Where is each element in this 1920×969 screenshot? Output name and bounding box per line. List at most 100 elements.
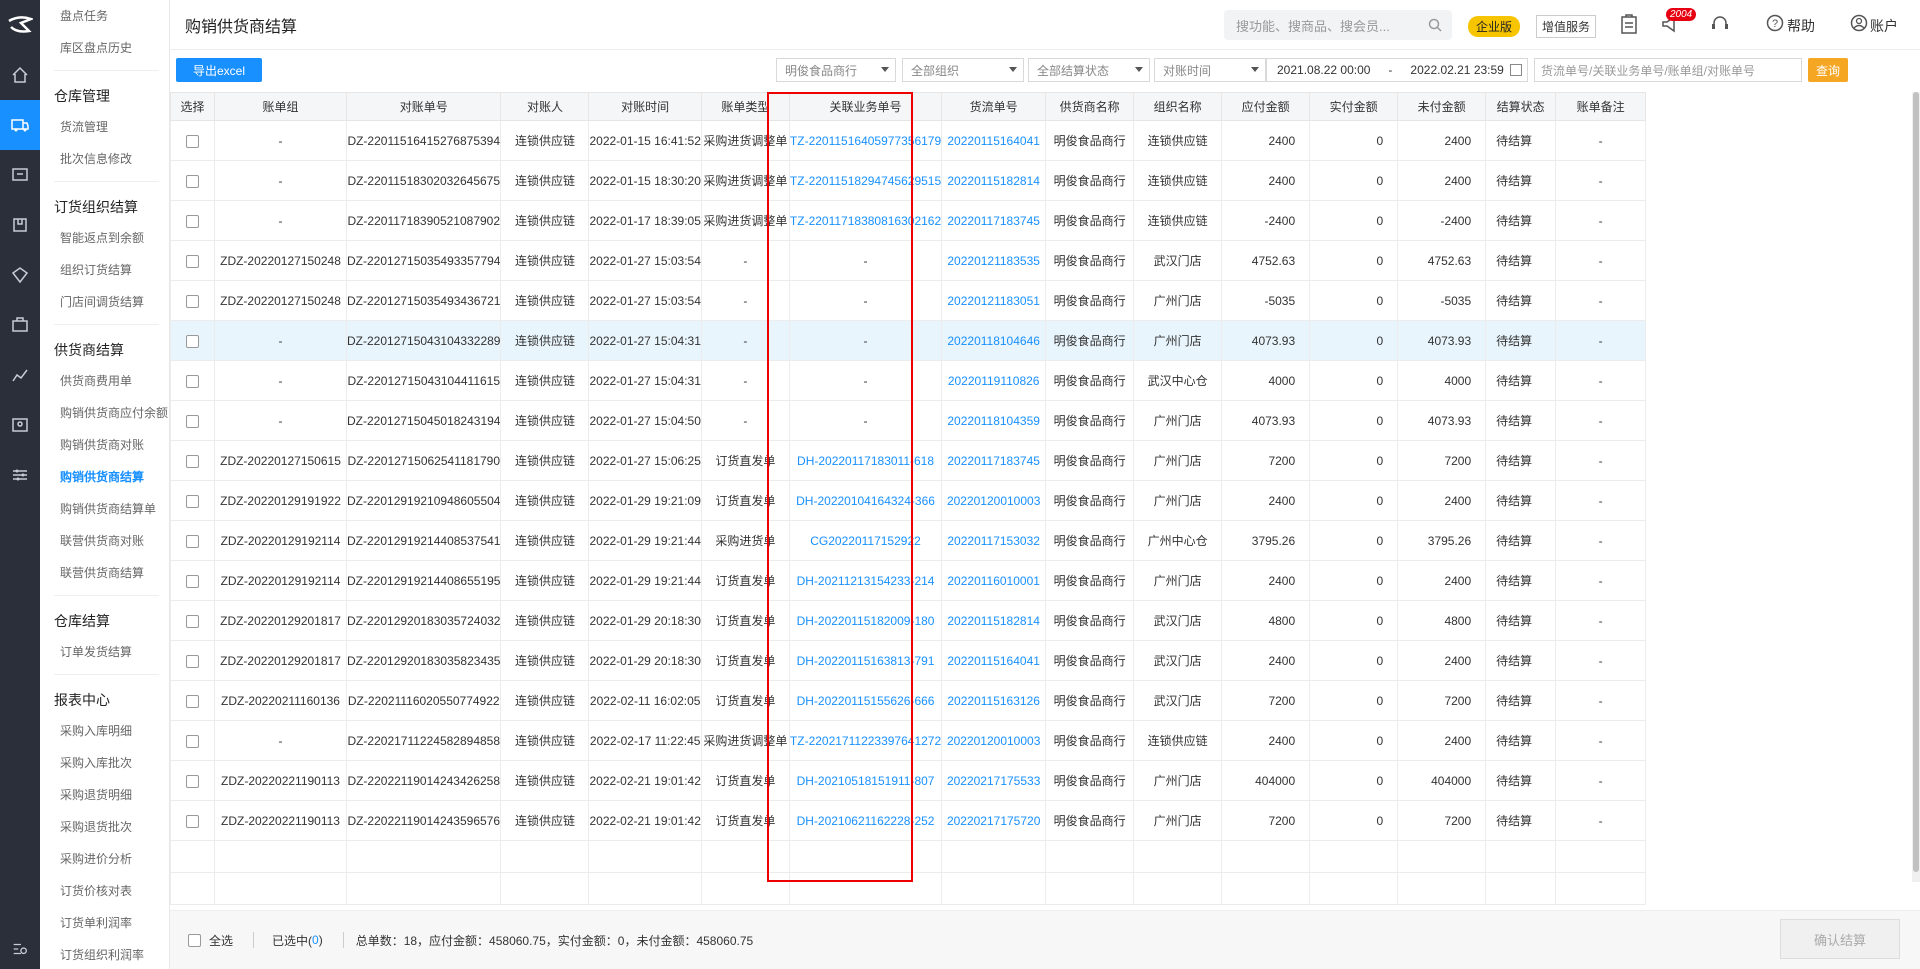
marketing-icon[interactable] — [0, 300, 40, 350]
row-checkbox[interactable] — [186, 374, 199, 388]
sidebar-item[interactable]: 采购入库批次 — [40, 747, 169, 779]
supply-chain-icon[interactable] — [0, 100, 40, 150]
row-select-cell[interactable] — [170, 520, 215, 561]
sidebar-item[interactable]: 组织订货结算 — [40, 254, 169, 286]
row-select-cell[interactable] — [170, 240, 215, 281]
sidebar-item[interactable]: 订货组织利润率 — [40, 939, 169, 969]
table-row[interactable]: - DZ-22021711224582894858 连锁供应链 2022-02-17 … — [170, 720, 1647, 761]
sidebar-item[interactable]: 采购退货明细 — [40, 779, 169, 811]
table-cell-link[interactable]: 20220217175533 — [941, 760, 1047, 801]
report-icon[interactable] — [0, 350, 40, 400]
row-select-cell[interactable] — [170, 800, 215, 841]
row-checkbox[interactable] — [186, 614, 199, 628]
row-select-cell[interactable] — [170, 440, 215, 481]
table-row[interactable]: ZDZ-20220127150615 DZ-2201271506254118179… — [170, 440, 1647, 481]
row-select-cell[interactable] — [170, 600, 215, 641]
sidebar-item[interactable]: 购销供货商结算单 — [40, 493, 169, 525]
table-cell-link[interactable]: 20220119110826 — [941, 360, 1047, 401]
account-icon[interactable] — [1850, 14, 1868, 37]
global-search-input[interactable]: 搜功能、搜商品、搜会员... — [1224, 10, 1452, 40]
row-select-cell[interactable] — [170, 480, 215, 521]
keyword-input[interactable]: 货流单号/关联业务单号/账单组/对账单号 — [1534, 58, 1802, 82]
table-cell-link[interactable]: 20220121183535 — [941, 240, 1047, 281]
table-cell-link[interactable]: DH-20220104164324-366 — [788, 480, 943, 521]
sidebar-item[interactable]: 库区盘点历史 — [40, 32, 169, 64]
table-row[interactable]: ZDZ-20220129201817 DZ-2201292018303572403… — [170, 600, 1647, 641]
select-all-checkbox[interactable]: 全选 — [188, 932, 233, 949]
scrollbar-thumb[interactable] — [1913, 92, 1919, 872]
sidebar-item[interactable]: 采购进价分析 — [40, 843, 169, 875]
table-cell-link[interactable]: 20220116010001 — [941, 560, 1047, 601]
table-cell-link[interactable]: TZ-22011518294745629515 — [788, 160, 943, 201]
table-row[interactable]: - DZ-22012715043104411615 连锁供应链 2022-01-27 … — [170, 360, 1647, 401]
confirm-settle-button[interactable]: 确认结算 — [1780, 919, 1900, 959]
staff-icon[interactable] — [0, 400, 40, 450]
table-cell-link[interactable]: TZ-22021711223397641272 — [788, 720, 943, 761]
app-logo-icon[interactable] — [0, 0, 40, 50]
sidebar-item[interactable]: 批次信息修改 — [40, 143, 169, 175]
goods-icon[interactable] — [0, 200, 40, 250]
row-select-cell[interactable] — [170, 280, 215, 321]
table-cell-link[interactable]: CG20220117152922 — [788, 520, 943, 561]
export-excel-button[interactable]: 导出excel — [176, 58, 262, 82]
row-checkbox[interactable] — [186, 134, 199, 148]
row-checkbox[interactable] — [186, 254, 199, 268]
sidebar-item[interactable]: 联营供货商结算 — [40, 557, 169, 589]
sidebar-item[interactable]: 盘点任务 — [40, 0, 169, 32]
table-cell-link[interactable]: 20220115182814 — [941, 160, 1047, 201]
sidebar-item[interactable]: 货流管理 — [40, 111, 169, 143]
row-checkbox[interactable] — [186, 574, 199, 588]
home-icon[interactable] — [0, 50, 40, 100]
table-row[interactable]: - DZ-22012715045018243194 连锁供应链 2022-01-27 … — [170, 400, 1647, 441]
date-range-picker[interactable]: 2021.08.22 00:00 - 2022.02.21 23:59 — [1266, 58, 1528, 82]
table-cell-link[interactable]: DH-20211213154233-214 — [788, 560, 943, 601]
row-select-cell[interactable] — [170, 760, 215, 801]
table-cell-link[interactable]: DH-20210518151911-807 — [788, 760, 943, 801]
row-select-cell[interactable] — [170, 120, 215, 161]
table-row[interactable]: ZDZ-20220129201817 DZ-2201292018303582343… — [170, 640, 1647, 681]
row-select-cell[interactable] — [170, 400, 215, 441]
row-select-cell[interactable] — [170, 640, 215, 681]
settings-icon[interactable] — [0, 450, 40, 500]
table-row[interactable]: ZDZ-20220129191922 DZ-2201291921094860550… — [170, 480, 1647, 521]
table-row[interactable]: ZDZ-20220127150248 DZ-2201271503549335779… — [170, 240, 1647, 281]
sidebar-item[interactable]: 购销供货商对账 — [40, 429, 169, 461]
customer-service-icon[interactable] — [1710, 14, 1730, 39]
table-cell-link[interactable]: DH-20220115182009-180 — [788, 600, 943, 641]
search-menu-icon[interactable] — [0, 940, 40, 961]
row-select-cell[interactable] — [170, 360, 215, 401]
table-cell-link[interactable]: 20220118104646 — [941, 320, 1047, 361]
table-row[interactable]: - DZ-22012715043104332289 连锁供应链 2022-01-27 … — [170, 320, 1647, 361]
sidebar-item[interactable]: 订货价核对表 — [40, 875, 169, 907]
vertical-scrollbar[interactable] — [1912, 92, 1920, 882]
sidebar-item[interactable]: 购销供货商结算 — [40, 461, 169, 493]
table-row[interactable]: ZDZ-20220211160136 DZ-2202111602055077492… — [170, 680, 1647, 721]
sidebar-item[interactable]: 采购入库明细 — [40, 715, 169, 747]
table-cell-link[interactable]: 20220115163126 — [941, 680, 1047, 721]
table-cell-link[interactable]: DH-20220115155626-666 — [788, 680, 943, 721]
table-cell-link[interactable]: 20220217175720 — [941, 800, 1047, 841]
table-cell-link[interactable]: DH-20220115163813-791 — [788, 640, 943, 681]
table-cell-link[interactable]: DH-20220117183011-618 — [788, 440, 943, 481]
query-button[interactable]: 查询 — [1808, 58, 1848, 82]
table-cell-link[interactable]: TZ-22011718380816302162 — [788, 200, 943, 241]
cashier-icon[interactable] — [0, 150, 40, 200]
sidebar-item[interactable]: 采购退货批次 — [40, 811, 169, 843]
table-cell-link[interactable]: 20220120010003 — [941, 480, 1047, 521]
row-checkbox[interactable] — [186, 534, 199, 548]
row-select-cell[interactable] — [170, 560, 215, 601]
sidebar-item[interactable]: 供货商费用单 — [40, 365, 169, 397]
row-checkbox[interactable] — [186, 334, 199, 348]
table-row[interactable]: - DZ-22011518302032645675 连锁供应链 2022-01-15 … — [170, 160, 1647, 201]
table-row[interactable]: ZDZ-20220221190113 DZ-2202211901424342625… — [170, 760, 1647, 801]
enterprise-badge[interactable]: 企业版 — [1468, 16, 1521, 37]
sidebar-item[interactable]: 智能返点到余额 — [40, 222, 169, 254]
row-checkbox[interactable] — [186, 814, 199, 828]
sidebar-item[interactable]: 订单发货结算 — [40, 636, 169, 668]
table-row[interactable]: - DZ-22011516415276875394 连锁供应链 2022-01-15 … — [170, 120, 1647, 161]
supplier-select[interactable]: 明俊食品商行 — [776, 58, 896, 82]
row-checkbox[interactable] — [186, 654, 199, 668]
help-link[interactable]: 帮助 — [1787, 16, 1815, 36]
checkbox[interactable] — [188, 933, 201, 947]
table-cell-link[interactable]: 20220120010003 — [941, 720, 1047, 761]
